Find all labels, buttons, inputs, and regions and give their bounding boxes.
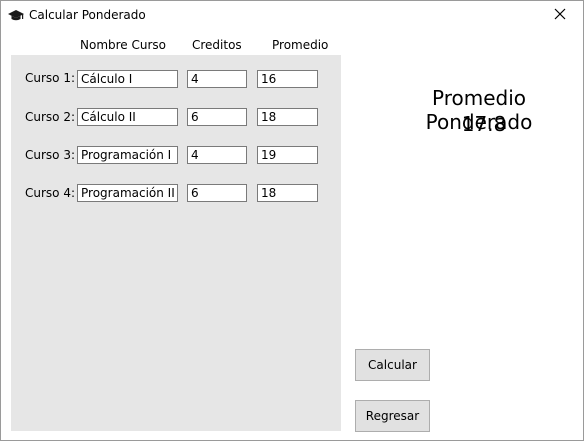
window-title: Calcular Ponderado: [29, 8, 146, 22]
course-1-label: Curso 1:: [25, 71, 76, 85]
course-2-name-field[interactable]: Cálculo II: [77, 108, 178, 126]
course-4-credits-field[interactable]: 6: [187, 184, 247, 202]
close-button[interactable]: [537, 1, 583, 29]
weighted-average-value: 17.8: [461, 112, 507, 136]
header-average: Promedio: [272, 38, 329, 52]
course-4-name-field[interactable]: Programación II: [77, 184, 178, 202]
course-2-average-field[interactable]: 18: [257, 108, 318, 126]
course-3-credits-field[interactable]: 4: [187, 146, 247, 164]
course-3-label: Curso 3:: [25, 148, 76, 162]
close-icon: [554, 8, 566, 23]
course-4-average-field[interactable]: 18: [257, 184, 318, 202]
course-3-name-field[interactable]: Programación I: [77, 146, 178, 164]
main-window: Calcular Ponderado Nombre Curso Creditos…: [0, 0, 584, 441]
title-bar[interactable]: Calcular Ponderado: [1, 1, 583, 29]
course-1-credits-field[interactable]: 4: [187, 70, 247, 88]
graduation-cap-icon: [8, 8, 24, 22]
course-3-average-field[interactable]: 19: [257, 146, 318, 164]
calculate-button[interactable]: Calcular: [355, 349, 430, 381]
course-2-credits-field[interactable]: 6: [187, 108, 247, 126]
header-credits: Creditos: [192, 38, 242, 52]
course-1-average-field[interactable]: 16: [257, 70, 318, 88]
header-course-name: Nombre Curso: [80, 38, 167, 52]
course-4-label: Curso 4:: [25, 186, 76, 200]
course-2-label: Curso 2:: [25, 110, 76, 124]
back-button[interactable]: Regresar: [355, 400, 430, 432]
course-1-name-field[interactable]: Cálculo I: [77, 70, 178, 88]
